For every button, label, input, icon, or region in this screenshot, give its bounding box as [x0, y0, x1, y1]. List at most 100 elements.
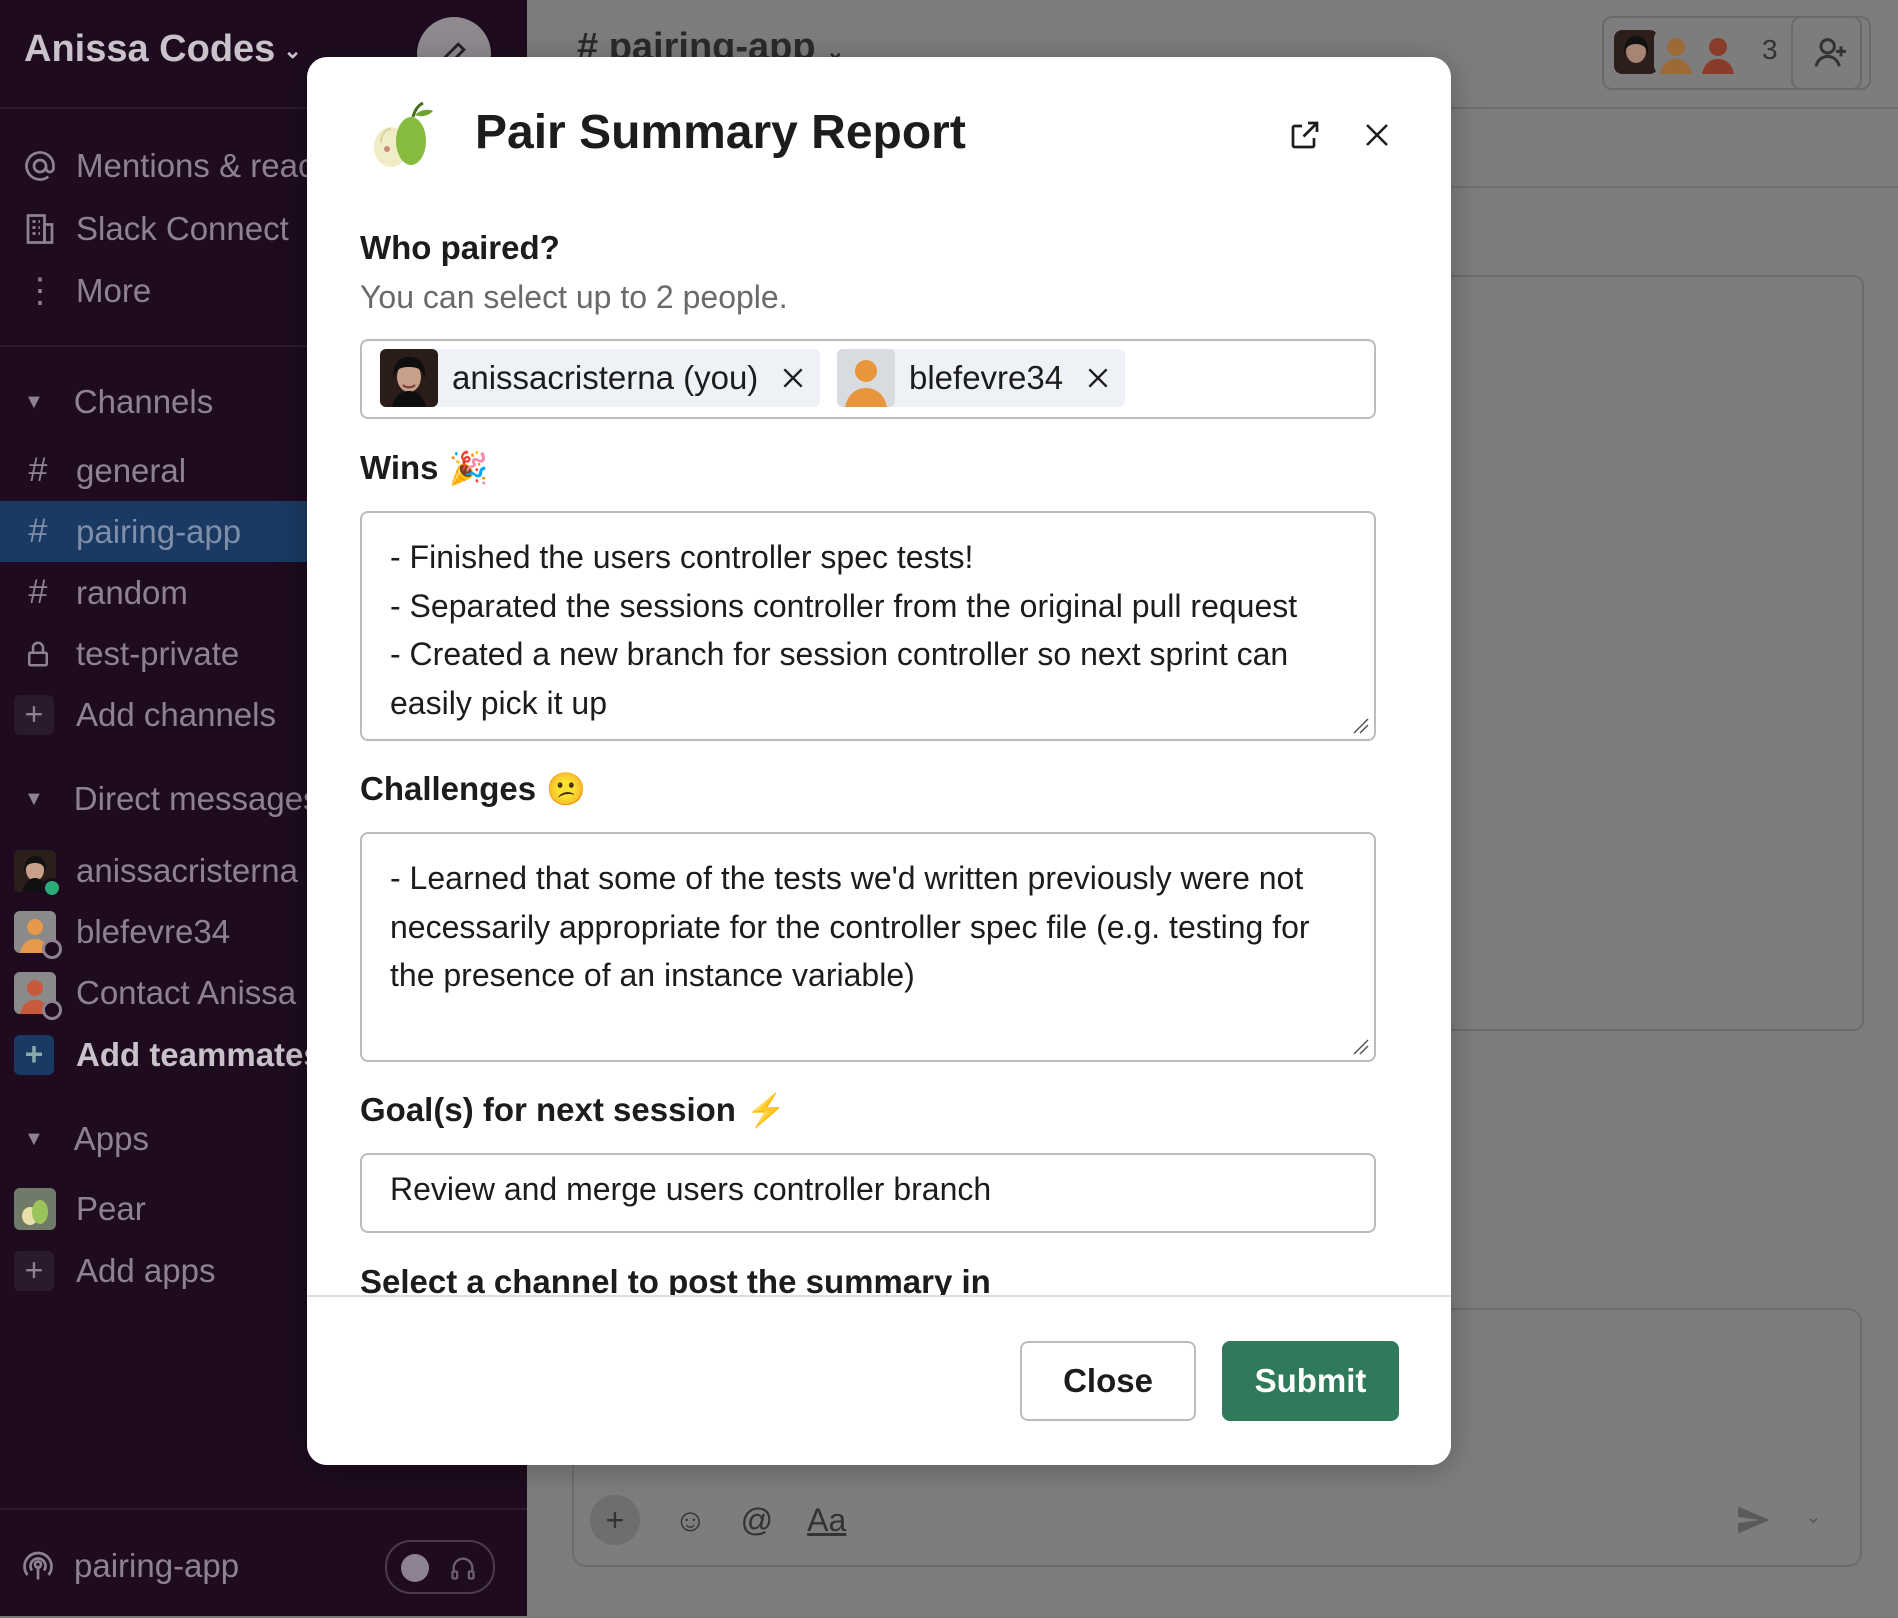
- avatar: [380, 349, 438, 407]
- avatar: [14, 910, 62, 959]
- at-icon[interactable]: @: [741, 1502, 773, 1539]
- wins-text: - Finished the users controller spec tes…: [390, 539, 1298, 721]
- submit-button[interactable]: Submit: [1222, 1341, 1399, 1421]
- chevron-down-icon: ⌄: [283, 37, 302, 63]
- nav-slack-connect[interactable]: Slack Connect: [20, 204, 289, 254]
- presence-away-icon: [42, 938, 62, 959]
- dms-section-toggle[interactable]: ▼ Direct messages: [24, 780, 320, 818]
- avatar: [14, 849, 62, 898]
- avatar: [837, 349, 895, 407]
- caret-down-icon: ▼: [24, 787, 44, 810]
- lock-icon: [18, 638, 58, 670]
- pair-summary-modal: Pair Summary Report Who paired? You can …: [307, 57, 1451, 1465]
- app-label: Pear: [76, 1189, 146, 1227]
- huddle-toggle[interactable]: [385, 1540, 495, 1594]
- party-popper-icon: 🎉: [448, 450, 489, 486]
- who-paired-hint: You can select up to 2 people.: [360, 279, 788, 315]
- pear-app-icon: [14, 1187, 56, 1230]
- dm-label: blefevre34: [76, 912, 231, 950]
- people-multiselect[interactable]: anissacristerna (you) blefevre34: [360, 339, 1376, 419]
- add-user-icon: [1814, 38, 1846, 67]
- add-teammates-label: Add teammates: [76, 1035, 322, 1073]
- avatar: [1654, 30, 1698, 74]
- modal-title: Pair Summary Report: [475, 106, 966, 159]
- remove-person-button[interactable]: [780, 365, 806, 391]
- dm-label: anissacristerna: [76, 851, 298, 889]
- caret-down-icon: ▼: [24, 1127, 44, 1150]
- building-icon: [20, 211, 60, 247]
- hash-icon: #: [28, 451, 48, 489]
- chip-name: blefevre34: [909, 359, 1064, 396]
- huddle-channel[interactable]: pairing-app: [18, 1541, 239, 1591]
- external-link-icon: [1291, 121, 1319, 149]
- headphones-icon: [451, 1557, 475, 1580]
- challenges-text: - Learned that some of the tests we'd wr…: [390, 860, 1319, 993]
- plus-icon: +: [14, 1034, 54, 1075]
- nav-more-label: More: [76, 272, 152, 309]
- dms-section-title: Direct messages: [73, 780, 320, 817]
- avatar: [1614, 30, 1658, 74]
- close-button[interactable]: Close: [1020, 1341, 1196, 1421]
- close-icon: [1366, 124, 1388, 146]
- challenges-textarea[interactable]: - Learned that some of the tests we'd wr…: [360, 832, 1376, 1062]
- broadcast-icon: [18, 1548, 58, 1584]
- member-count: 3: [1762, 34, 1778, 65]
- huddle-channel-label: pairing-app: [74, 1547, 240, 1584]
- workspace-name[interactable]: Anissa Codes ⌄: [24, 28, 302, 71]
- channel-label: random: [76, 573, 188, 611]
- goals-text: Review and merge users controller branch: [390, 1171, 992, 1207]
- add-apps-label: Add apps: [76, 1251, 216, 1289]
- chip-name: anissacristerna (you): [452, 359, 759, 396]
- channel-label: pairing-app: [76, 512, 242, 550]
- at-icon: [20, 148, 60, 184]
- plus-icon: +: [14, 1250, 54, 1291]
- confused-face-icon: 😕: [546, 771, 586, 807]
- wins-label: Wins 🎉: [360, 449, 489, 486]
- avatar: [14, 971, 62, 1020]
- open-in-window-button[interactable]: [1283, 113, 1327, 157]
- formatting-button[interactable]: Aa: [807, 1502, 846, 1539]
- close-icon: [783, 368, 803, 388]
- hash-icon: #: [28, 512, 48, 550]
- more-vertical-icon: ⋮: [23, 272, 57, 310]
- lightning-icon: ⚡: [745, 1092, 786, 1128]
- caret-down-icon: ▼: [24, 390, 44, 413]
- send-icon[interactable]: [1735, 1502, 1771, 1538]
- add-channels-label: Add channels: [76, 695, 276, 733]
- selected-person-chip: anissacristerna (you): [380, 349, 821, 407]
- chevron-down-icon[interactable]: ⌄: [1805, 1504, 1822, 1529]
- goals-label: Goal(s) for next session ⚡: [360, 1091, 786, 1128]
- channels-section-title: Channels: [73, 383, 214, 420]
- background-panel: [1430, 275, 1864, 1031]
- challenges-label: Challenges 😕: [360, 770, 586, 807]
- apps-section-toggle[interactable]: ▼ Apps: [24, 1120, 149, 1158]
- composer-toolbar: + ☺ @ Aa: [590, 1495, 846, 1545]
- goals-input[interactable]: Review and merge users controller branch: [360, 1153, 1376, 1233]
- presence-active-icon: [42, 877, 62, 898]
- hash-icon: #: [28, 573, 48, 611]
- avatar: [1696, 30, 1740, 74]
- channels-section-toggle[interactable]: ▼ Channels: [24, 383, 213, 421]
- channel-label: test-private: [76, 634, 240, 672]
- modal-close-button[interactable]: [1355, 113, 1399, 157]
- selected-person-chip: blefevre34: [837, 349, 1126, 407]
- nav-more[interactable]: ⋮ More: [20, 266, 151, 316]
- nav-slack-connect-label: Slack Connect: [76, 210, 289, 247]
- emoji-icon[interactable]: ☺: [674, 1502, 707, 1539]
- close-icon: [1088, 368, 1108, 388]
- plus-icon[interactable]: +: [590, 1495, 640, 1545]
- who-paired-label: Who paired?: [360, 229, 560, 266]
- toggle-knob: [401, 1554, 429, 1582]
- resize-handle-icon[interactable]: [1352, 1038, 1370, 1056]
- add-people-button[interactable]: [1791, 16, 1871, 90]
- channel-label: general: [76, 451, 187, 489]
- presence-away-icon: [42, 999, 62, 1020]
- wins-textarea[interactable]: - Finished the users controller spec tes…: [360, 511, 1376, 741]
- dm-label: Contact Anissa: [76, 973, 297, 1011]
- plus-icon: +: [14, 694, 54, 735]
- apps-section-title: Apps: [73, 1120, 150, 1157]
- modal-footer-divider: [307, 1295, 1451, 1297]
- pear-logo-icon: [374, 101, 433, 167]
- remove-person-button[interactable]: [1085, 365, 1111, 391]
- resize-handle-icon[interactable]: [1352, 717, 1370, 735]
